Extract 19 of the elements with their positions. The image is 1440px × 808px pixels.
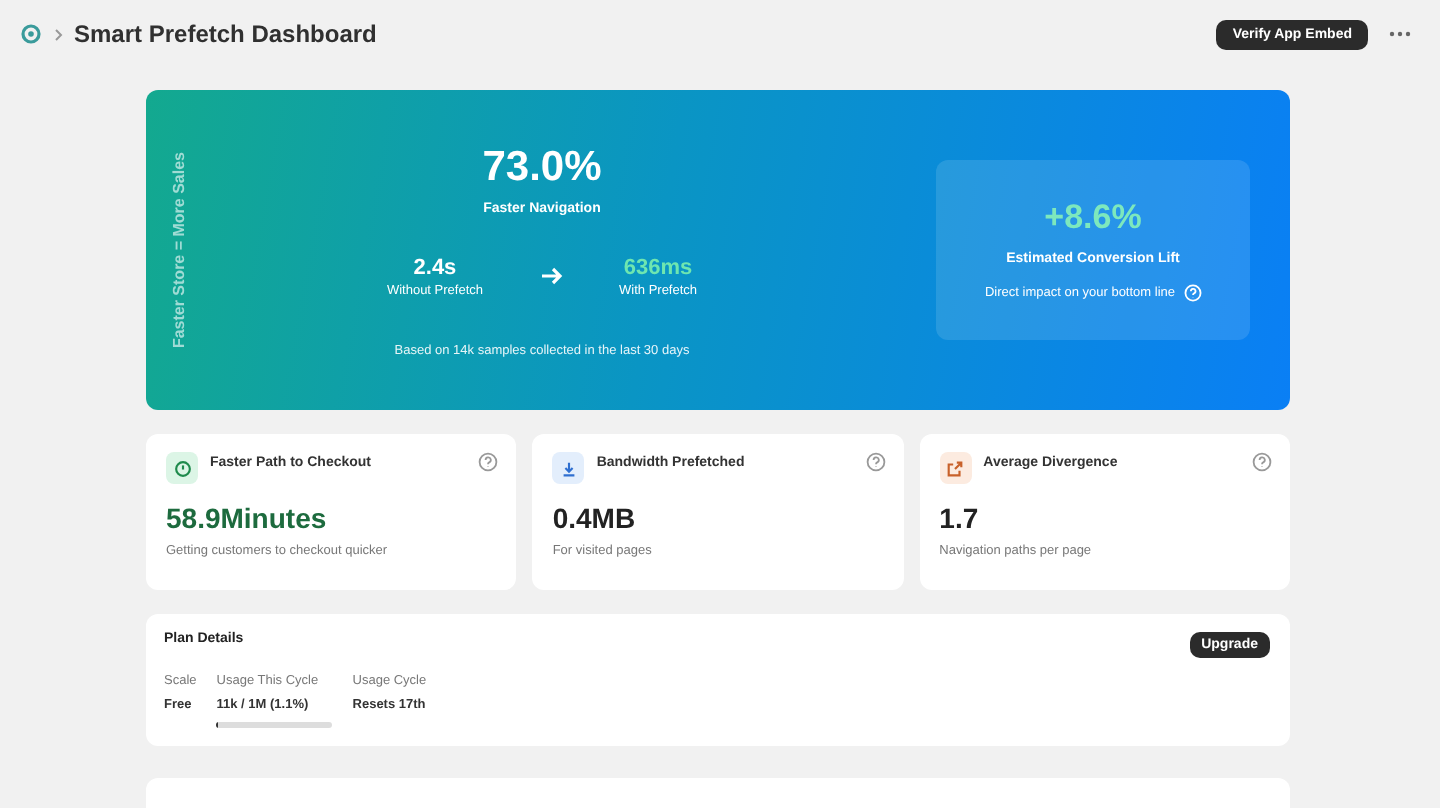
metric-value: 1.7 bbox=[939, 502, 981, 534]
after-value: 636ms bbox=[623, 255, 693, 279]
help-icon[interactable] bbox=[478, 452, 499, 472]
metric-value: 58.9Minutes bbox=[166, 502, 329, 534]
external-link-icon bbox=[939, 452, 972, 484]
metric-value: 0.4MB bbox=[552, 502, 638, 534]
arrow-icon bbox=[539, 266, 564, 286]
app-logo-icon bbox=[20, 22, 44, 46]
headline-value: 73.0% bbox=[482, 143, 602, 191]
clock-icon bbox=[166, 452, 198, 484]
more-icon[interactable] bbox=[1388, 30, 1412, 38]
help-icon[interactable] bbox=[865, 452, 886, 472]
lift-value: +8.6% bbox=[1044, 198, 1142, 238]
before-value: 2.4s bbox=[413, 255, 457, 279]
help-icon[interactable] bbox=[1251, 452, 1272, 472]
page-title: Smart Prefetch Dashboard bbox=[74, 20, 377, 48]
side-label: Faster Store = More Sales bbox=[170, 151, 188, 349]
download-icon bbox=[552, 452, 585, 484]
chevron-icon bbox=[54, 27, 64, 41]
